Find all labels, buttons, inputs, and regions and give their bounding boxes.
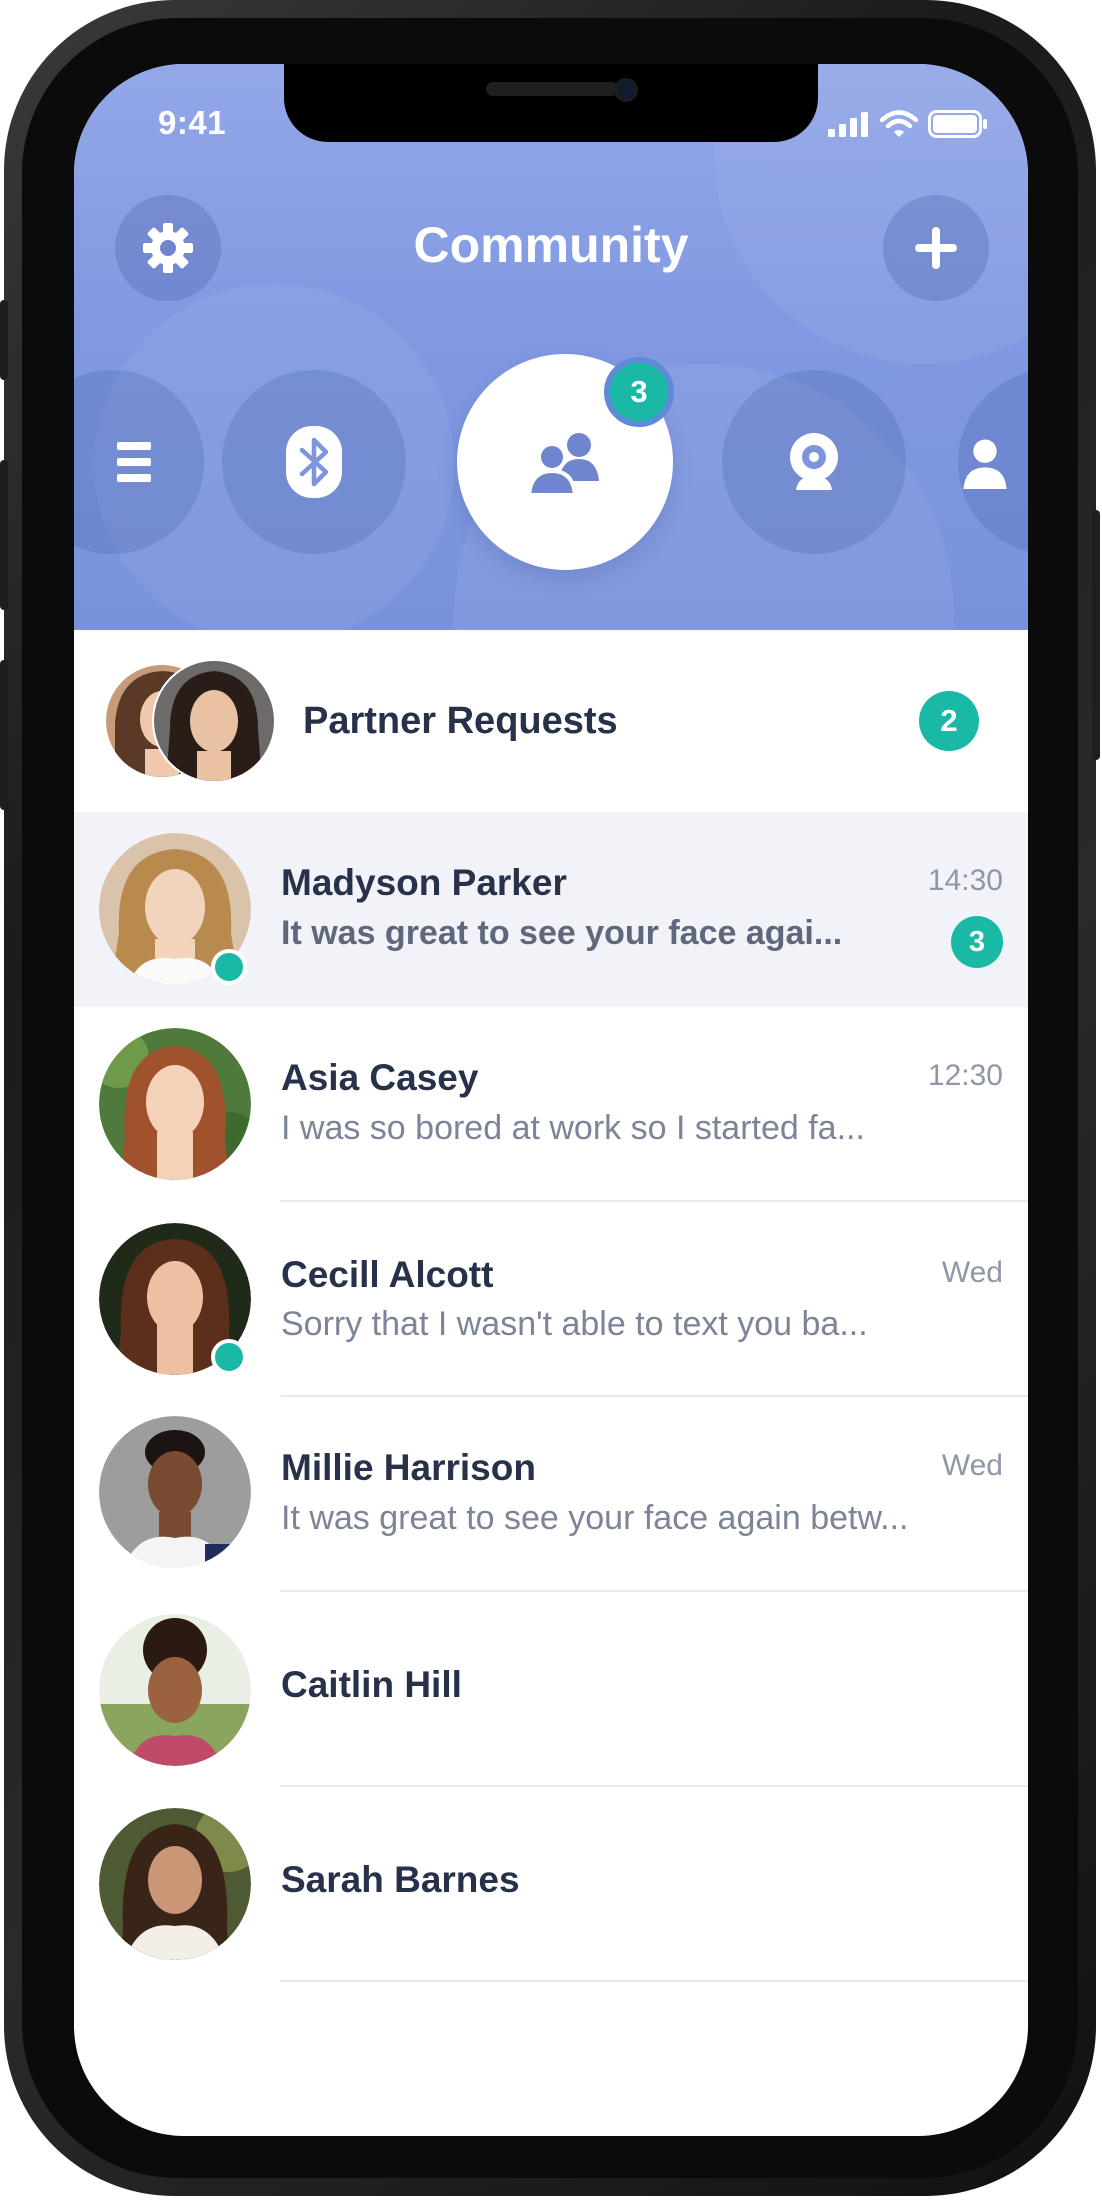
signal-icon	[828, 112, 868, 137]
conversation-row-sarah[interactable]: Sarah Barnes	[74, 1787, 1028, 1982]
message-time: Wed	[941, 1449, 1003, 1482]
conversation-row-cecill[interactable]: Cecill Alcott Sorry that I wasn't able t…	[74, 1202, 1028, 1397]
partner-requests-label: Partner Requests	[303, 700, 618, 742]
partner-requests-row[interactable]: Partner Requests 2	[74, 630, 1028, 812]
avatar	[99, 1416, 251, 1568]
partner-avatar-front	[152, 659, 276, 783]
conversation-row-caitlin[interactable]: Caitlin Hill	[74, 1592, 1028, 1787]
person-icon	[963, 439, 1007, 489]
webcam-icon	[790, 433, 838, 490]
message-time: 12:30	[927, 1059, 1003, 1092]
contact-name: Madyson Parker	[281, 862, 567, 903]
message-time: Wed	[941, 1256, 1003, 1289]
last-message: Sorry that I wasn't able to text you ba.…	[281, 1305, 868, 1343]
avatar	[99, 1808, 251, 1960]
bluetooth-icon	[286, 426, 342, 498]
conversation-row-asia[interactable]: Asia Casey I was so bored at work so I s…	[74, 1007, 1028, 1202]
contact-name: Asia Casey	[281, 1057, 479, 1098]
battery-icon	[928, 110, 987, 138]
last-message: It was great to see your face again betw…	[281, 1499, 909, 1537]
avatar	[99, 1614, 251, 1766]
groups-badge: 3	[604, 357, 674, 427]
online-indicator	[211, 949, 247, 985]
notch	[284, 64, 818, 142]
contact-name: Cecill Alcott	[281, 1254, 494, 1295]
wifi-icon	[880, 110, 918, 137]
plus-icon	[915, 227, 957, 269]
list-icon	[117, 442, 151, 482]
partner-requests-badge: 2	[919, 691, 979, 751]
contact-name: Millie Harrison	[281, 1447, 536, 1488]
category-person[interactable]	[958, 370, 1028, 554]
conversation-row-millie[interactable]: Millie Harrison It was great to see your…	[74, 1397, 1028, 1592]
group-icon	[526, 433, 599, 495]
unread-badge: 3	[951, 916, 1003, 968]
conversation-list: Partner Requests 2 Madyson Parker It was…	[74, 630, 1028, 1982]
last-message: I was so bored at work so I started fa..…	[281, 1109, 865, 1147]
category-webcam[interactable]	[722, 370, 906, 554]
add-button[interactable]	[883, 195, 989, 301]
contact-name: Caitlin Hill	[281, 1664, 462, 1705]
conversation-row-madyson[interactable]: Madyson Parker It was great to see your …	[74, 812, 1028, 1007]
contact-name: Sarah Barnes	[281, 1859, 520, 1900]
status-icons	[828, 110, 988, 138]
status-time: 9:41	[158, 104, 227, 141]
message-time: 14:30	[927, 864, 1003, 897]
online-indicator	[211, 1339, 247, 1375]
last-message: It was great to see your face agai...	[281, 914, 843, 952]
community-header: 9:41 Community 3	[74, 64, 1028, 630]
category-bluetooth[interactable]	[222, 370, 406, 554]
avatar	[99, 1028, 251, 1180]
app-screen: 9:41 Community 3 Partner Requests 2 Mady…	[74, 64, 1028, 2136]
